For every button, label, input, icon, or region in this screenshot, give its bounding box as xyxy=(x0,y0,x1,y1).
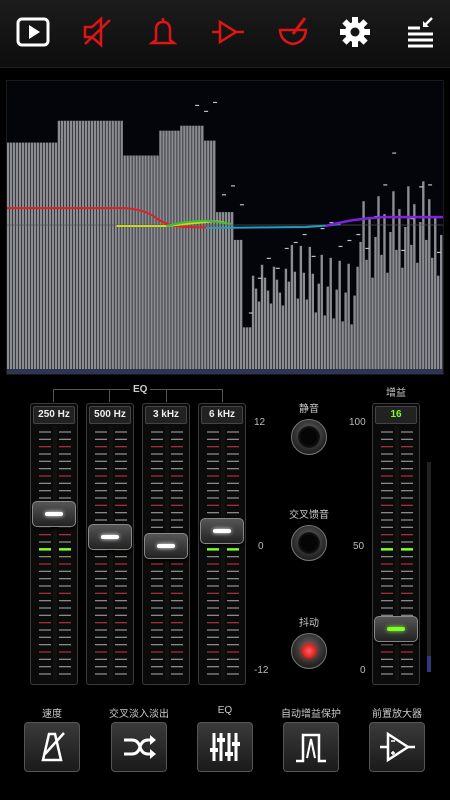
band-label: 3 kHz xyxy=(145,406,187,424)
crossfeed-button[interactable] xyxy=(291,525,327,561)
agc-label: 自动增益保护 xyxy=(281,709,341,720)
band-label: 6 kHz xyxy=(201,406,243,424)
equalizer-icon xyxy=(210,733,240,761)
gain-value: 16 xyxy=(375,406,417,424)
mute-button[interactable] xyxy=(291,419,327,455)
gear-icon[interactable] xyxy=(335,12,375,52)
gain-label: 增益 xyxy=(386,388,406,399)
spectrum-analyzer xyxy=(6,80,444,375)
band-label: 250 Hz xyxy=(33,406,75,424)
speed-label: 速度 xyxy=(42,709,62,720)
crossfade-label: 交叉淡入淡出 xyxy=(109,709,169,720)
slider-knob[interactable] xyxy=(374,616,418,642)
diode-icon[interactable] xyxy=(208,12,248,52)
eq-scale-mid: 0 xyxy=(258,541,264,552)
dither-label: 抖动 xyxy=(299,618,319,629)
mute-label: 静音 xyxy=(299,404,319,415)
band-label: 500 Hz xyxy=(89,406,131,424)
slider-knob[interactable] xyxy=(144,533,188,559)
preamp-button[interactable] xyxy=(369,722,425,772)
top-toolbar xyxy=(0,0,450,68)
shuffle-icon xyxy=(124,735,156,759)
eq-slider-500hz[interactable]: 500 Hz xyxy=(86,403,134,685)
crossfeed-label: 交叉馈音 xyxy=(289,510,329,521)
metronome-icon xyxy=(41,732,65,762)
slider-track xyxy=(207,426,239,680)
eq-scale-bottom: -12 xyxy=(254,665,269,676)
spectrum-graph xyxy=(7,81,443,374)
slider-track xyxy=(39,426,71,680)
speed-button[interactable] xyxy=(24,722,80,772)
bell-icon[interactable] xyxy=(143,12,183,52)
eq-button[interactable] xyxy=(197,722,253,772)
gain-scale-mid: 50 xyxy=(353,541,365,552)
eq-slider-250hz[interactable]: 250 Hz xyxy=(30,403,78,685)
dither-button[interactable] xyxy=(291,633,327,669)
gain-slider[interactable]: 16 xyxy=(372,403,420,685)
crossfade-button[interactable] xyxy=(111,722,167,772)
eq-bottom-label: EQ xyxy=(217,705,233,716)
eq-slider-3khz[interactable]: 3 kHz xyxy=(142,403,190,685)
amplifier-icon xyxy=(380,731,415,763)
slider-track xyxy=(95,426,127,680)
slider-knob[interactable] xyxy=(32,501,76,527)
slider-knob[interactable] xyxy=(200,518,244,544)
eq-scale-top: 12 xyxy=(254,417,266,428)
eq-slider-6khz[interactable]: 6 kHz xyxy=(198,403,246,685)
menu-icon[interactable] xyxy=(400,12,440,52)
gain-scale-bottom: 0 xyxy=(360,665,366,676)
eq-group-label: EQ xyxy=(130,384,151,395)
speaker-icon[interactable] xyxy=(78,12,118,52)
gain-scale-top: 100 xyxy=(349,417,366,428)
mortar-icon[interactable] xyxy=(273,12,313,52)
dither-led-icon xyxy=(302,644,316,658)
preamp-label: 前置放大器 xyxy=(372,709,422,720)
limiter-icon xyxy=(296,733,326,763)
output-level-meter xyxy=(427,462,431,672)
slider-knob[interactable] xyxy=(88,524,132,550)
agc-button[interactable] xyxy=(283,722,339,772)
play-icon[interactable] xyxy=(13,12,53,52)
